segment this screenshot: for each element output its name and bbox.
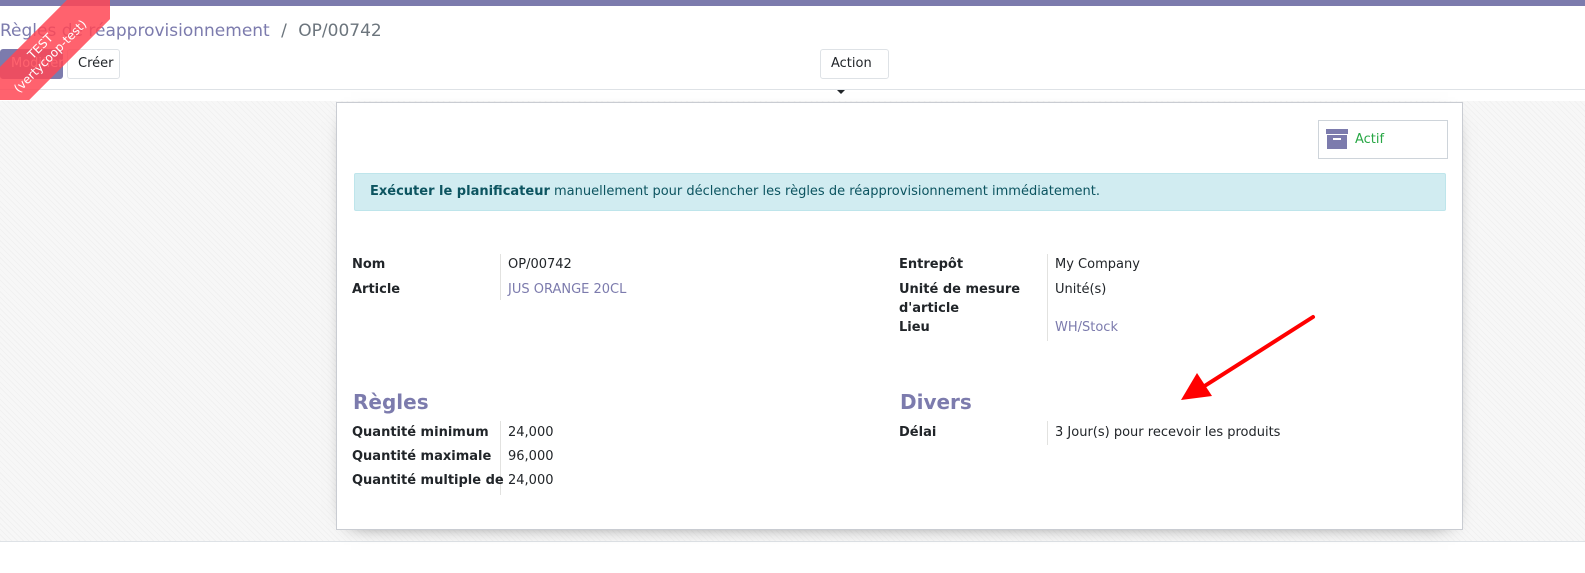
field-separator: [500, 254, 501, 300]
uom-value: Unité(s): [1055, 282, 1107, 297]
location-link[interactable]: WH/Stock: [1055, 320, 1118, 335]
lead-time-label: Délai: [899, 425, 937, 440]
lead-days: 3: [1055, 425, 1064, 440]
active-toggle-button[interactable]: Actif: [1318, 120, 1448, 159]
create-button[interactable]: Créer: [67, 49, 120, 79]
lead-time-value: 3 Jour(s) pour recevoir les produits: [1055, 425, 1280, 440]
action-dropdown-button[interactable]: Action: [820, 49, 889, 94]
archive-icon: [1326, 129, 1348, 149]
breadcrumb: Règles de réapprovisionnement / OP/00742: [0, 21, 382, 41]
scheduler-alert: Exécuter le planificateur manuellement p…: [354, 173, 1446, 211]
misc-title: Divers: [900, 390, 972, 414]
alert-text: manuellement pour déclencher les règles …: [549, 184, 1101, 199]
run-scheduler-link[interactable]: Exécuter le planificateur: [370, 184, 550, 199]
name-value: OP/00742: [508, 257, 572, 272]
field-separator: [1047, 421, 1048, 445]
breadcrumb-parent-link[interactable]: Règles de réapprovisionnement: [0, 21, 270, 41]
product-label: Article: [352, 282, 401, 297]
edit-button[interactable]: Modifier: [0, 49, 64, 79]
warehouse-label: Entrepôt: [899, 257, 964, 272]
active-label: Actif: [1355, 132, 1385, 147]
name-label: Nom: [352, 257, 386, 272]
multiple-qty-value: 24,000: [508, 473, 554, 488]
action-label: Action: [831, 56, 872, 71]
location-label: Lieu: [899, 320, 930, 335]
max-qty-value: 96,000: [508, 449, 554, 464]
uom-label-line-2: d'article: [899, 301, 960, 316]
control-panel: Règles de réapprovisionnement / OP/00742…: [0, 6, 1585, 94]
field-separator: [1047, 254, 1048, 341]
rules-title: Règles: [353, 390, 429, 414]
breadcrumb-current: OP/00742: [298, 21, 382, 41]
product-link[interactable]: JUS ORANGE 20CL: [508, 282, 626, 297]
form-sheet: Actif Exécuter le planificateur manuelle…: [336, 102, 1463, 530]
max-qty-label: Quantité maximale: [352, 449, 492, 464]
breadcrumb-separator: /: [281, 21, 287, 41]
min-qty-label: Quantité minimum: [352, 425, 489, 440]
lead-days-suffix: Jour(s) pour recevoir les produits: [1067, 425, 1281, 440]
warehouse-value: My Company: [1055, 257, 1140, 272]
multiple-qty-label: Quantité multiple de: [352, 473, 504, 488]
caret-down-icon: [837, 89, 845, 94]
min-qty-value: 24,000: [508, 425, 554, 440]
uom-label-line-1: Unité de mesure: [899, 282, 1021, 297]
